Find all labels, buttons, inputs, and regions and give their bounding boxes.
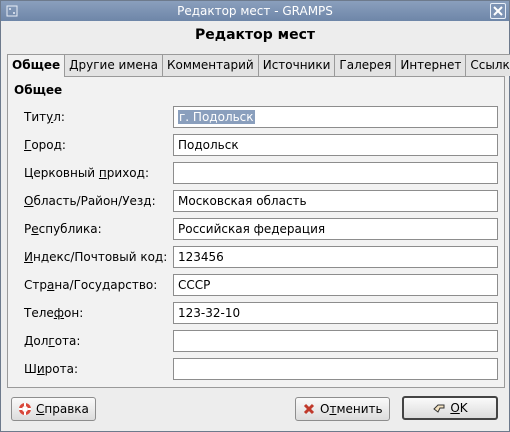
tab-general[interactable]: Общее xyxy=(7,54,66,77)
place-editor-window: Редактор мест - GRAMPS Редактор мест Общ… xyxy=(0,0,510,432)
tab-comment[interactable]: Комментарий xyxy=(161,54,259,76)
title-bar[interactable]: Редактор мест - GRAMPS xyxy=(1,1,509,21)
parish-row: Церковный приход: xyxy=(8,162,504,184)
latitude-field[interactable] xyxy=(173,358,498,380)
tab-references[interactable]: Ссылки xyxy=(465,54,510,76)
postal-code-field[interactable]: 123456 xyxy=(173,246,498,268)
county-label: Область/Район/Уезд: xyxy=(24,194,156,208)
cancel-button[interactable]: Отменить xyxy=(295,397,390,421)
tab-gallery[interactable]: Галерея xyxy=(334,54,397,76)
city-row: Город: Подольск xyxy=(8,134,504,156)
help-label: Справка xyxy=(36,402,89,416)
cancel-label: Отменить xyxy=(320,402,383,416)
cancel-icon xyxy=(303,403,315,415)
ok-label: ОK xyxy=(450,401,468,415)
window-title: Редактор мест - GRAMPS xyxy=(177,4,333,18)
section-title: Общее xyxy=(14,83,63,97)
tab-bar: Общее Другие имена Комментарий Источники… xyxy=(7,54,510,77)
close-button[interactable] xyxy=(490,3,506,19)
city-field[interactable]: Подольск xyxy=(173,134,498,156)
lifebuoy-icon xyxy=(19,403,31,415)
ok-hand-icon xyxy=(433,404,445,413)
general-panel: Общее Титул: г. Подольск Город: Подольск… xyxy=(7,76,505,388)
latitude-row: Широта: xyxy=(8,358,504,380)
tab-internet[interactable]: Интернет xyxy=(395,54,467,76)
tab-alternate-names[interactable]: Другие имена xyxy=(64,54,163,76)
country-label: Страна/Государство: xyxy=(24,278,158,292)
postal-code-row: Индекс/Почтовый код: 123456 xyxy=(8,246,504,268)
title-label: Титул: xyxy=(24,110,65,124)
state-field[interactable]: Российская федерация xyxy=(173,218,498,240)
longitude-field[interactable] xyxy=(173,330,498,352)
longitude-label: Долгота: xyxy=(24,334,81,348)
close-icon xyxy=(493,6,503,16)
ok-button[interactable]: ОK xyxy=(402,396,498,420)
phone-field[interactable]: 123-32-10 xyxy=(173,302,498,324)
parish-label: Церковный приход: xyxy=(24,166,149,180)
country-row: Страна/Государство: СССР xyxy=(8,274,504,296)
phone-row: Телефон: 123-32-10 xyxy=(8,302,504,324)
phone-label: Телефон: xyxy=(24,306,84,320)
title-field[interactable]: г. Подольск xyxy=(173,106,498,128)
parish-field[interactable] xyxy=(173,162,498,184)
country-field[interactable]: СССР xyxy=(173,274,498,296)
city-label: Город: xyxy=(24,138,66,152)
longitude-row: Долгота: xyxy=(8,330,504,352)
tab-sources[interactable]: Источники xyxy=(257,54,336,76)
state-label: Республика: xyxy=(24,222,102,236)
state-row: Республика: Российская федерация xyxy=(8,218,504,240)
postal-code-label: Индекс/Почтовый код: xyxy=(24,250,168,264)
editor-heading: Редактор мест xyxy=(195,27,315,43)
title-row: Титул: г. Подольск xyxy=(8,106,504,128)
county-row: Область/Район/Уезд: Московская область xyxy=(8,190,504,212)
help-button[interactable]: Справка xyxy=(11,397,96,421)
county-field[interactable]: Московская область xyxy=(173,190,498,212)
latitude-label: Широта: xyxy=(24,362,79,376)
